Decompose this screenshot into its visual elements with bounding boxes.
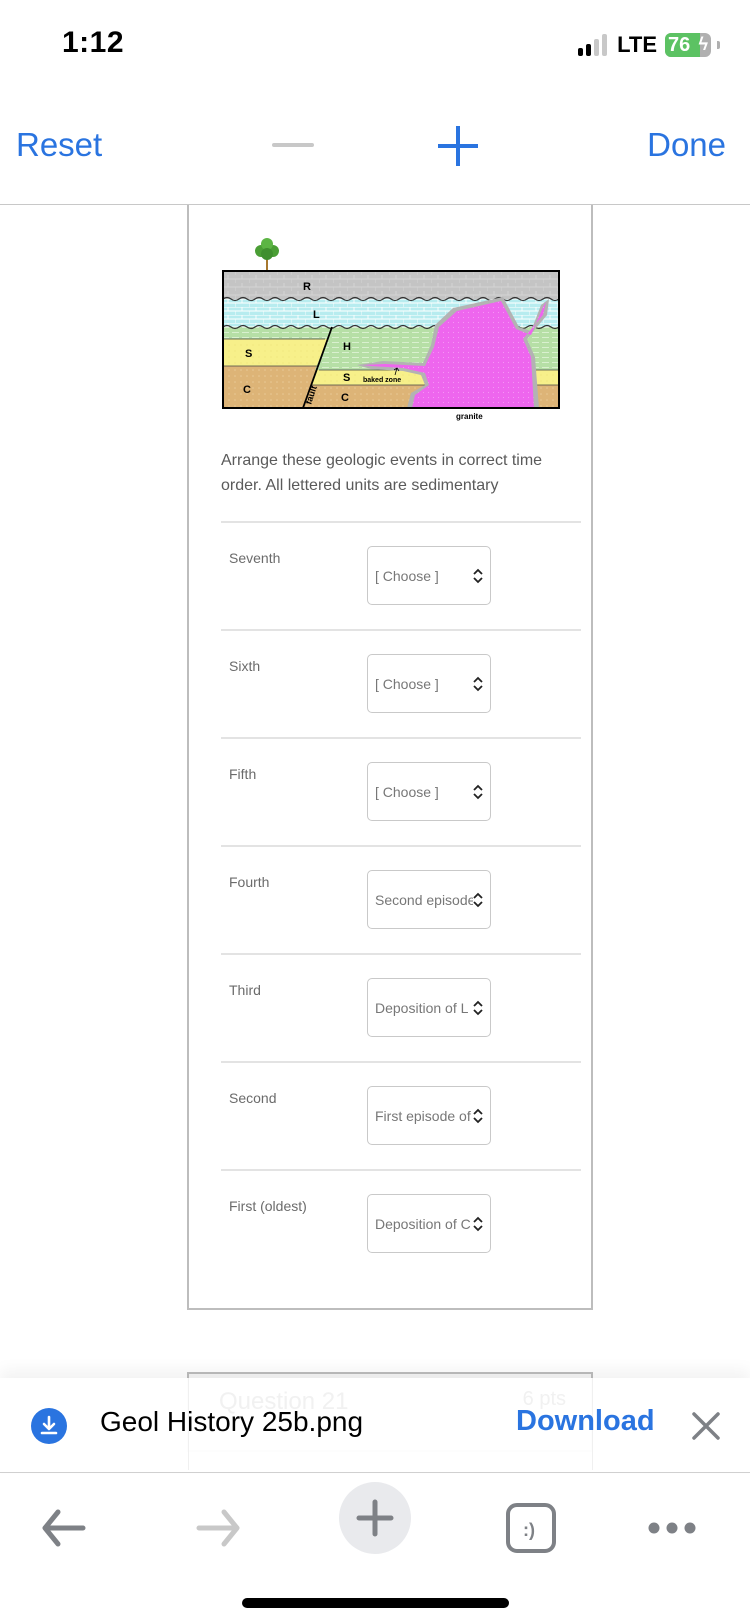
event-select[interactable]: Second episode <box>367 870 491 929</box>
event-select[interactable]: Deposition of L <box>367 978 491 1037</box>
layer-s-left <box>223 339 327 366</box>
row-label: Sixth <box>229 658 261 674</box>
select-value: Second episode <box>375 891 473 908</box>
row-label: First (oldest) <box>229 1198 307 1214</box>
reset-button[interactable]: Reset <box>16 126 102 164</box>
plus-icon <box>356 1499 394 1537</box>
answer-row: Second First episode of <box>221 1061 581 1169</box>
label-c-left: C <box>243 384 251 396</box>
forward-button[interactable] <box>183 1492 255 1564</box>
zoom-toolbar: Reset Done <box>0 100 750 205</box>
question-card: R L H S S C C fault baked zone granite A… <box>187 205 593 1310</box>
battery-icon: 76 ϟ <box>665 33 711 57</box>
answer-row: Third Deposition of L <box>221 953 581 1061</box>
home-indicator[interactable] <box>242 1598 509 1608</box>
label-granite: granite <box>456 412 483 421</box>
zoom-in-button[interactable] <box>438 126 478 166</box>
label-r: R <box>303 281 311 293</box>
forward-arrow-icon <box>196 1509 240 1547</box>
select-value: Deposition of L <box>375 999 469 1016</box>
answer-row: Sixth [ Choose ] <box>221 629 581 737</box>
download-button[interactable]: Download <box>516 1405 655 1438</box>
label-baked-zone: baked zone <box>363 377 401 384</box>
label-s-right: S <box>343 372 350 384</box>
chevron-up-down-icon <box>473 568 483 584</box>
tabs-button[interactable]: :) <box>495 1492 567 1564</box>
event-select[interactable]: Deposition of C <box>367 1194 491 1253</box>
event-select[interactable]: [ Choose ] <box>367 546 491 605</box>
chevron-up-down-icon <box>473 892 483 908</box>
chevron-up-down-icon <box>473 1108 483 1124</box>
row-label: Fifth <box>229 766 257 782</box>
row-label: Seventh <box>229 550 281 566</box>
more-menu-button[interactable] <box>636 1492 708 1564</box>
new-tab-button[interactable] <box>339 1482 411 1554</box>
answer-row: First (oldest) Deposition of C <box>221 1169 581 1277</box>
status-time: 1:12 <box>62 26 125 59</box>
chevron-up-down-icon <box>473 1216 483 1232</box>
battery-percent: 76 <box>668 34 691 56</box>
event-select[interactable]: [ Choose ] <box>367 654 491 713</box>
cellular-signal-icon <box>578 34 608 56</box>
event-select[interactable]: First episode of <box>367 1086 491 1145</box>
label-c-right: C <box>341 392 349 404</box>
tree-icon <box>255 238 279 271</box>
geologic-cross-section-diagram: R L H S S C C fault baked zone granite <box>222 238 560 421</box>
back-button[interactable] <box>27 1492 99 1564</box>
chevron-up-down-icon <box>473 1000 483 1016</box>
answer-row: Fifth [ Choose ] <box>221 737 581 845</box>
status-bar: 1:12 LTE 76 ϟ <box>0 0 750 90</box>
more-icon <box>648 1522 696 1534</box>
select-value: First episode of <box>375 1107 471 1124</box>
back-arrow-icon <box>42 1509 86 1547</box>
select-value: [ Choose ] <box>375 783 439 800</box>
event-select[interactable]: [ Choose ] <box>367 762 491 821</box>
done-button[interactable]: Done <box>647 126 726 164</box>
svg-text::): :) <box>523 1520 535 1540</box>
chevron-up-down-icon <box>473 676 483 692</box>
answer-row: Seventh [ Choose ] <box>221 521 581 629</box>
zoom-out-button[interactable] <box>272 143 314 147</box>
layer-r <box>223 271 559 299</box>
row-label: Third <box>229 982 261 998</box>
download-filename: Geol History 25b.png <box>100 1406 364 1437</box>
network-type: LTE <box>617 32 657 57</box>
select-value: [ Choose ] <box>375 675 439 692</box>
chevron-up-down-icon <box>473 784 483 800</box>
answer-rows: Seventh [ Choose ] Sixth [ Choose ] Fift… <box>221 521 581 1277</box>
select-value: [ Choose ] <box>375 567 439 584</box>
close-icon[interactable] <box>690 1410 722 1442</box>
download-bar: Question 21 6 pts Geol History 25b.png D… <box>0 1378 750 1473</box>
tabs-icon: :) <box>506 1503 556 1553</box>
label-s-left: S <box>245 348 252 360</box>
answer-row: Fourth Second episode <box>221 845 581 953</box>
label-h: H <box>343 341 351 353</box>
download-icon <box>31 1408 67 1444</box>
label-l: L <box>313 309 320 321</box>
select-value: Deposition of C <box>375 1215 471 1232</box>
question-prompt: Arrange these geologic events in correct… <box>221 452 543 494</box>
row-label: Second <box>229 1090 277 1106</box>
status-indicators: LTE 76 ϟ <box>578 32 720 58</box>
battery-tip <box>717 41 720 49</box>
charging-bolt-icon: ϟ <box>698 34 708 54</box>
row-label: Fourth <box>229 874 270 890</box>
